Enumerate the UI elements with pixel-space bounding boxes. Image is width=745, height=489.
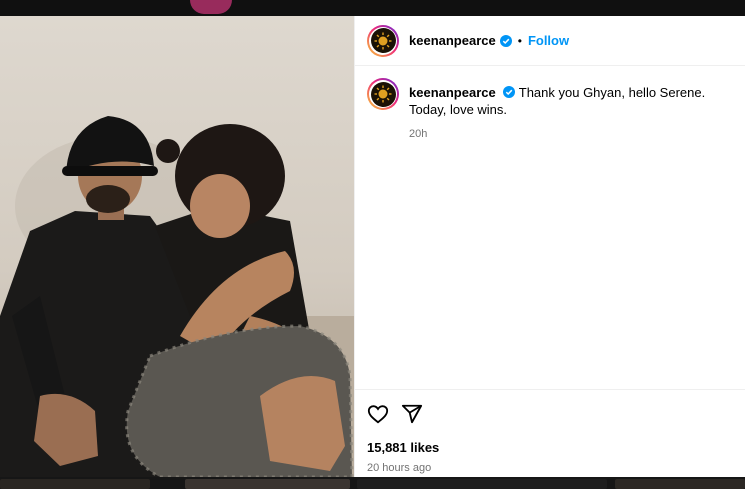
verified-badge-icon [503, 86, 516, 98]
separator-dot: • [517, 33, 522, 48]
caption-username[interactable]: keenanpearce [409, 85, 496, 100]
send-icon[interactable] [401, 403, 423, 425]
backdrop-top [0, 0, 745, 16]
post-modal: keenanpearce • Follow keenanpearce Thank… [0, 16, 745, 477]
follow-button[interactable]: Follow [528, 33, 569, 48]
backdrop-thumbnail [615, 479, 745, 489]
post-header: keenanpearce • Follow [355, 16, 745, 66]
post-timestamp[interactable]: 20 hours ago [367, 462, 733, 474]
avatar[interactable] [367, 78, 399, 110]
like-count[interactable]: 15,881 likes [367, 440, 733, 455]
username-link[interactable]: keenanpearce [409, 33, 496, 48]
action-icons [367, 402, 733, 426]
sun-logo-icon [374, 32, 392, 49]
verified-badge-icon [499, 34, 512, 47]
heart-icon[interactable] [367, 403, 389, 425]
backdrop-thumbnail [185, 479, 350, 489]
post-photo[interactable] [0, 16, 354, 477]
avatar[interactable] [367, 24, 399, 57]
backdrop-thumbnail [357, 479, 607, 489]
sun-logo-icon [374, 85, 392, 103]
photo-illustration [0, 116, 354, 477]
caption: keenanpearce Thank you Ghyan, hello Sere… [355, 66, 745, 143]
backdrop-thumbnail [0, 479, 150, 489]
caption-timestamp[interactable]: 20h [409, 126, 729, 143]
caption-body: keenanpearce Thank you Ghyan, hello Sere… [409, 78, 729, 143]
post-sidebar: keenanpearce • Follow keenanpearce Thank… [354, 16, 745, 477]
post-actions: 15,881 likes 20 hours ago [355, 389, 745, 474]
